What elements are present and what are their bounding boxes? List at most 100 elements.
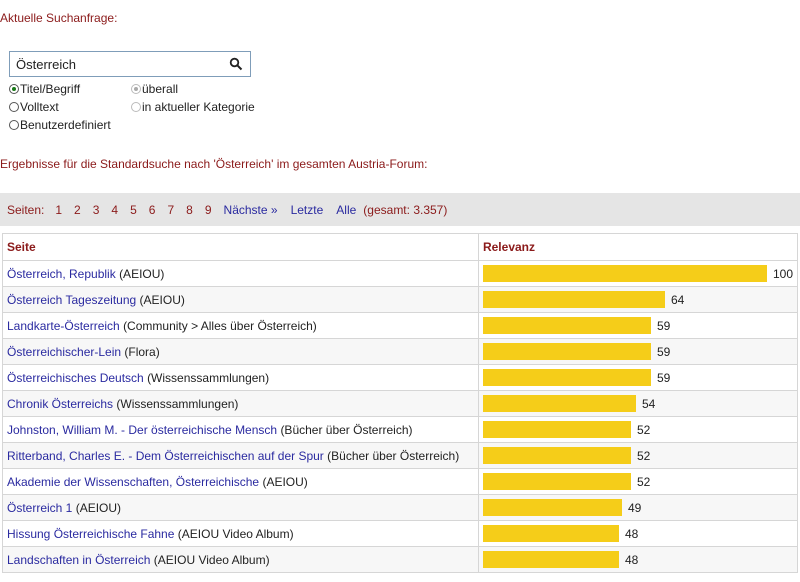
radio-custom-label: Benutzerdefiniert [20, 118, 111, 132]
relevance-value: 59 [656, 344, 671, 359]
result-cell-relevance: 52 [477, 442, 799, 469]
result-category: (AEIOU Video Album) [153, 552, 270, 567]
relevance-value: 64 [670, 292, 685, 307]
search-input[interactable] [16, 56, 216, 73]
result-title-link[interactable]: Landschaften in Österreich [7, 553, 150, 567]
radio-fulltext-indicator[interactable] [9, 102, 19, 112]
radio-current-category[interactable]: in aktueller Kategorie [131, 100, 255, 114]
result-cell-relevance: 64 [477, 286, 799, 313]
radio-title-label: Titel/Begriff [20, 82, 81, 96]
page-link-7[interactable]: 7 [167, 203, 174, 217]
result-cell-page: Landschaften in Österreich (AEIOU Video … [2, 546, 479, 573]
result-cell-page: Landkarte-Österreich (Community > Alles … [2, 312, 479, 339]
relevance-bar [482, 447, 631, 464]
result-category: (AEIOU) [262, 474, 308, 489]
result-cell-page: Hissung Österreichische Fahne (AEIOU Vid… [2, 520, 479, 547]
relevance-bar [482, 551, 619, 568]
table-row: Österreichischer-Lein (Flora) 59 [2, 338, 799, 365]
page-link-5[interactable]: 5 [130, 203, 137, 217]
radio-everywhere-label: überall [142, 82, 179, 96]
search-heading: Aktuelle Suchanfrage: [0, 11, 118, 25]
page-link-6[interactable]: 6 [149, 203, 156, 217]
result-cell-page: Johnston, William M. - Der österreichisc… [2, 416, 479, 443]
result-cell-page: Österreich Tageszeitung (AEIOU) [2, 286, 479, 313]
table-row: Landschaften in Österreich (AEIOU Video … [2, 546, 799, 573]
page-link-8[interactable]: 8 [186, 203, 193, 217]
result-title-link[interactable]: Österreichischer-Lein [7, 345, 121, 359]
result-cell-page: Österreichisches Deutsch (Wissenssammlun… [2, 364, 479, 391]
radio-title[interactable]: Titel/Begriff [9, 82, 80, 96]
radio-everywhere[interactable]: überall [131, 82, 178, 96]
result-cell-page: Österreich 1 (AEIOU) [2, 494, 479, 521]
relevance-value: 59 [656, 318, 671, 333]
page-link-4[interactable]: 4 [111, 203, 118, 217]
results-total: (gesamt: 3.357) [363, 202, 448, 217]
radio-fulltext[interactable]: Volltext [9, 100, 59, 114]
relevance-value: 48 [624, 552, 639, 567]
page-link-2[interactable]: 2 [74, 203, 81, 217]
last-page-link[interactable]: Letzte [291, 203, 324, 217]
relevance-value: 52 [636, 422, 651, 437]
result-cell-page: Österreichischer-Lein (Flora) [2, 338, 479, 365]
search-field[interactable] [9, 51, 251, 77]
radio-custom[interactable]: Benutzerdefiniert [9, 118, 111, 132]
result-cell-relevance: 54 [477, 390, 799, 417]
result-category: (Bücher über Österreich) [327, 448, 460, 463]
results-note: Ergebnisse für die Standardsuche nach 'Ö… [0, 157, 428, 171]
next-page-link[interactable]: Nächste » [224, 203, 278, 217]
page-link-3[interactable]: 3 [93, 203, 100, 217]
results-table: Seite Relevanz Österreich, Republik (AEI… [2, 233, 799, 573]
relevance-bar [482, 499, 622, 516]
pagination-label: Seiten: [7, 202, 45, 217]
all-pages-link[interactable]: Alle [336, 203, 356, 217]
result-category: (Wissenssammlungen) [147, 370, 270, 385]
result-title-link[interactable]: Österreich Tageszeitung [7, 293, 136, 307]
search-icon[interactable] [229, 57, 243, 71]
result-cell-page: Österreich, Republik (AEIOU) [2, 260, 479, 287]
result-title-link[interactable]: Chronik Österreichs [7, 397, 113, 411]
relevance-bar [482, 421, 631, 438]
table-row: Österreich, Republik (AEIOU) 100 [2, 260, 799, 287]
relevance-bar [482, 525, 619, 542]
relevance-bar [482, 343, 651, 360]
result-cell-page: Chronik Österreichs (Wissenssammlungen) [2, 390, 479, 417]
table-row: Johnston, William M. - Der österreichisc… [2, 416, 799, 443]
table-row: Akademie der Wissenschaften, Österreichi… [2, 468, 799, 495]
result-title-link[interactable]: Österreich 1 [7, 501, 72, 515]
result-title-link[interactable]: Landkarte-Österreich [7, 319, 120, 333]
radio-everywhere-indicator[interactable] [131, 84, 141, 94]
table-header-row: Seite Relevanz [2, 233, 799, 261]
result-cell-relevance: 48 [477, 520, 799, 547]
result-cell-relevance: 48 [477, 546, 799, 573]
relevance-value: 59 [656, 370, 671, 385]
result-category: (Bücher über Österreich) [280, 422, 413, 437]
result-cell-relevance: 59 [477, 312, 799, 339]
radio-fulltext-label: Volltext [20, 100, 59, 114]
result-category: (Community > Alles über Österreich) [123, 318, 317, 333]
result-category: (AEIOU) [75, 500, 122, 515]
result-title-link[interactable]: Österreichisches Deutsch [7, 371, 144, 385]
relevance-bar [482, 265, 767, 282]
relevance-bar [482, 369, 651, 386]
column-header-page: Seite [2, 233, 479, 261]
result-title-link[interactable]: Johnston, William M. - Der österreichisc… [7, 423, 277, 437]
results-body: Österreich, Republik (AEIOU) 100 Österreic… [2, 260, 799, 573]
result-cell-page: Ritterband, Charles E. - Dem Österreichi… [2, 442, 479, 469]
result-title-link[interactable]: Akademie der Wissenschaften, Österreichi… [7, 475, 259, 489]
relevance-bar [482, 317, 651, 334]
table-row: Chronik Österreichs (Wissenssammlungen) 5… [2, 390, 799, 417]
result-cell-relevance: 59 [477, 364, 799, 391]
relevance-value: 52 [636, 448, 651, 463]
result-title-link[interactable]: Ritterband, Charles E. - Dem Österreichi… [7, 449, 324, 463]
result-title-link[interactable]: Hissung Österreichische Fahne [7, 527, 174, 541]
relevance-bar [482, 473, 631, 490]
result-title-link[interactable]: Österreich, Republik [7, 267, 116, 281]
radio-title-indicator[interactable] [9, 84, 19, 94]
relevance-bar [482, 395, 636, 412]
relevance-value: 52 [636, 474, 651, 489]
radio-current-category-indicator[interactable] [131, 102, 141, 112]
page-link-9[interactable]: 9 [205, 203, 212, 217]
table-row: Österreich Tageszeitung (AEIOU) 64 [2, 286, 799, 313]
radio-custom-indicator[interactable] [9, 120, 19, 130]
page-link-1[interactable]: 1 [55, 203, 62, 217]
